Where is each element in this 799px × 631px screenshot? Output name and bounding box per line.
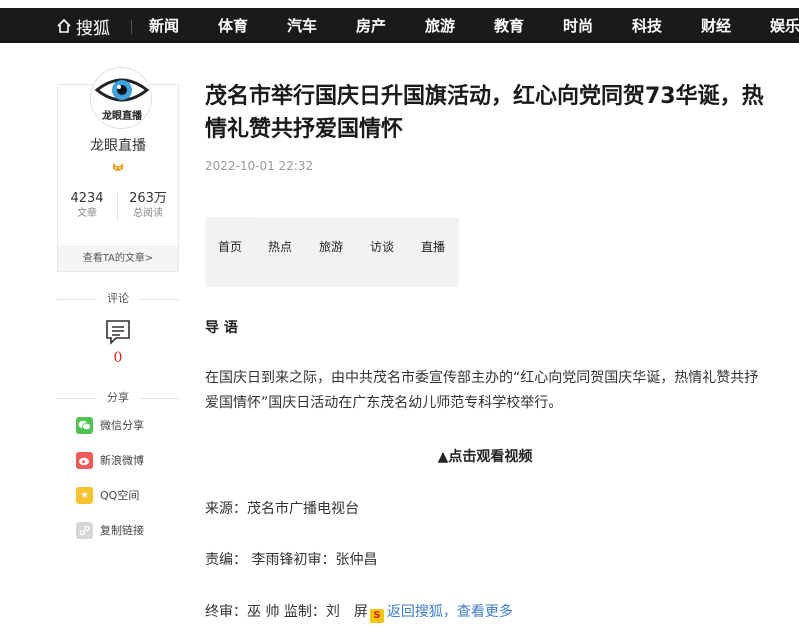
tab-hot[interactable]: 热点 [268, 238, 292, 255]
editor-line: 责编： 李雨锋初审：张仲昌 [205, 552, 378, 568]
weibo-icon [76, 451, 93, 469]
home-icon [57, 18, 71, 33]
logo-text: 搜狐 [76, 18, 110, 39]
article-title: 茂名市举行国庆日升国旗活动，红心向党同贺73华诞，热情礼赞共抒爱国情怀 [205, 84, 764, 142]
share-section-title: 分享 [57, 391, 179, 405]
nav-item-realestate[interactable]: 房产 [356, 17, 386, 35]
nav-item-travel[interactable]: 旅游 [425, 17, 455, 35]
nav-item-education[interactable]: 教育 [494, 17, 524, 35]
eye-logo-icon: 龙眼直播 [94, 78, 150, 122]
nav-item-sports[interactable]: 体育 [218, 17, 248, 35]
author-name[interactable]: 龙眼直播 [57, 135, 179, 155]
share-wechat[interactable]: 微信分享 [76, 416, 144, 434]
nav-item-news[interactable]: 新闻 [149, 17, 179, 35]
final-review-line: 终审：巫 帅 监制：刘 屏 S 返回搜狐，查看更多 [205, 601, 513, 623]
comment-section-title: 评论 [57, 292, 179, 306]
final-review-text: 终审：巫 帅 监制：刘 屏 [205, 604, 368, 620]
share-copy-link-label: 复制链接 [100, 524, 144, 537]
avatar-label: 龙眼直播 [101, 109, 143, 122]
comment-icon[interactable] [105, 319, 131, 345]
top-nav: 搜狐 新闻 体育 汽车 房产 旅游 教育 时尚 科技 财经 娱乐 [0, 8, 799, 43]
articles-count: 4234 [70, 191, 104, 206]
share-qzone[interactable]: ★ QQ空间 [76, 486, 139, 504]
share-weibo[interactable]: 新浪微博 [76, 451, 144, 469]
nav-item-auto[interactable]: 汽车 [287, 17, 317, 35]
watch-video-link[interactable]: ▲点击观看视频 [205, 446, 765, 466]
reads-label: 总阅读 [133, 208, 163, 219]
share-title-text: 分享 [107, 391, 129, 404]
reads-count: 263万 [129, 191, 167, 206]
articles-label: 文章 [77, 208, 97, 219]
author-avatar[interactable]: 龙眼直播 [90, 67, 152, 129]
lead-heading: 导 语 [205, 320, 238, 336]
author-stats: 4234 文章 263万 总阅读 [57, 191, 179, 225]
tab-home[interactable]: 首页 [218, 238, 242, 255]
nav-item-fashion[interactable]: 时尚 [563, 17, 593, 35]
sohu-mini-icon: S [369, 609, 384, 623]
tab-travel[interactable]: 旅游 [319, 238, 343, 255]
fox-badge-icon [113, 163, 123, 171]
comment-title-text: 评论 [107, 292, 129, 305]
article-paragraph: 在国庆日到来之际，由中共茂名市委宣传部主办的“红心向党同贺国庆华诞，热情礼赞共抒… [205, 370, 759, 411]
link-icon [76, 521, 93, 539]
back-to-sohu-link[interactable]: 返回搜狐，查看更多 [387, 604, 513, 620]
tab-interview[interactable]: 访谈 [370, 238, 394, 255]
comment-count[interactable]: 0 [57, 350, 179, 366]
nav-divider [131, 20, 132, 34]
wechat-icon [76, 416, 93, 434]
qzone-star-icon: ★ [76, 486, 93, 504]
stat-articles: 4234 文章 [57, 191, 117, 221]
share-qzone-label: QQ空间 [100, 489, 140, 502]
sohu-home-link[interactable]: 搜狐 [56, 15, 110, 39]
tab-box-notch [255, 203, 459, 218]
nav-item-entertainment[interactable]: 娱乐 [770, 17, 799, 35]
share-weibo-label: 新浪微博 [100, 454, 144, 467]
share-copy-link[interactable]: 复制链接 [76, 521, 144, 539]
nav-item-tech[interactable]: 科技 [632, 17, 662, 35]
tab-live[interactable]: 直播 [421, 238, 445, 255]
share-wechat-label: 微信分享 [100, 419, 144, 432]
publish-date: 2022-10-01 22:32 [205, 159, 314, 173]
source-line: 来源：茂名市广播电视台 [205, 501, 359, 517]
view-articles-link[interactable]: 查看TA的文章> [58, 246, 178, 271]
nav-item-finance[interactable]: 财经 [701, 17, 731, 35]
stat-reads: 263万 总阅读 [118, 191, 178, 221]
